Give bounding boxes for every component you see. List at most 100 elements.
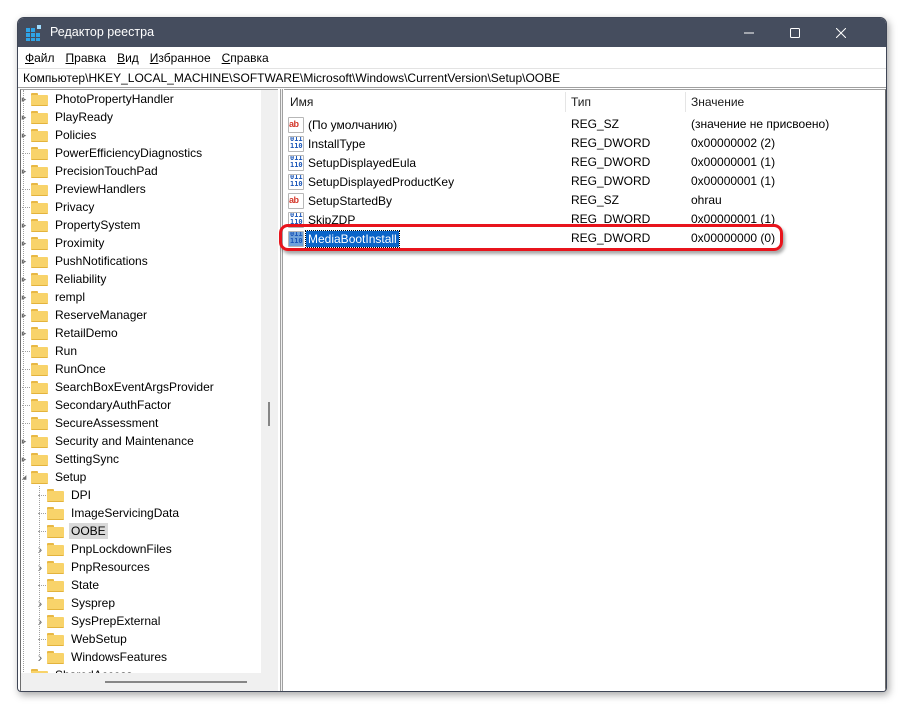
tree-item-label: RunOnce [55,362,106,376]
tree-vertical-scrollbar[interactable] [261,90,278,673]
tree-connector [35,486,46,504]
expand-chevron-icon[interactable]: ▸ [21,450,29,468]
expand-chevron-icon[interactable]: ▸ [21,234,29,252]
value-data: 0x00000001 (1) [691,174,776,188]
tree-item[interactable]: ▸ ReserveManager [22,306,149,324]
column-header-type[interactable]: Тип [565,90,684,114]
address-path[interactable]: Компьютер\HKEY_LOCAL_MACHINE\SOFTWARE\Mi… [23,71,560,85]
tree-item[interactable]: ▸ Proximity [22,234,106,252]
tree-item[interactable]: › PnpResources [38,558,152,576]
tree-connector [35,630,46,648]
expand-chevron-icon[interactable]: › [35,648,45,666]
expand-chevron-icon[interactable]: › [35,594,45,612]
tree-item[interactable]: › Sysprep [38,594,117,612]
value-name: InstallType [308,136,366,151]
tree-item[interactable]: WebSetup [38,630,129,648]
tree-connector [21,198,30,216]
tree-item[interactable]: DPI [38,486,93,504]
tree-item[interactable]: OOBE [38,522,108,540]
value-type: REG_DWORD [571,136,651,150]
tree-item[interactable]: ImageServicingData [38,504,181,522]
column-header-name[interactable]: Имя [284,90,565,114]
expand-chevron-icon[interactable]: ▸ [21,306,29,324]
address-bar[interactable]: Компьютер\HKEY_LOCAL_MACHINE\SOFTWARE\Mi… [18,68,886,88]
tree-item[interactable]: ▸ PrecisionTouchPad [22,162,160,180]
key-tree[interactable]: ▸ PhotoPropertyHandler ▸ PlayReady ▸ Policies… [20,89,278,691]
tree-item[interactable]: ▸ PlayReady [22,108,115,126]
menu-edit[interactable]: Правка [65,51,108,65]
tree-item-label: PlayReady [55,110,114,124]
value-row[interactable]: ab SetupStartedBy REG_SZ ohrau [284,191,885,210]
expand-chevron-icon[interactable]: › [35,558,45,576]
expand-chevron-icon[interactable]: › [35,540,45,558]
tree-item[interactable]: › PnpLockdownFiles [38,540,174,558]
tree-item[interactable]: SecureAssessment [22,414,160,432]
menu-help[interactable]: Справка [221,51,270,65]
expand-chevron-icon[interactable]: ▸ [21,126,29,144]
collapse-chevron-icon[interactable]: ◢ [21,468,29,486]
expand-chevron-icon[interactable]: › [35,612,45,630]
tree-item[interactable]: ▸ Policies [22,126,98,144]
tree-item[interactable]: RunOnce [22,360,108,378]
value-data: ohrau [691,193,722,207]
value-row[interactable]: ab (По умолчанию) REG_SZ (значение не присв… [284,115,885,134]
tree-item[interactable]: ▸ RetailDemo [22,324,120,342]
tree-item[interactable]: Privacy [22,198,96,216]
expand-chevron-icon[interactable]: ▸ [21,216,29,234]
expand-chevron-icon[interactable]: ▸ [21,108,29,126]
tree-item[interactable]: ◢ Setup [22,468,88,486]
value-row[interactable]: 011 110 MediaBootInstall REG_DWORD 0x0000000… [284,229,885,248]
expand-chevron-icon[interactable]: ▸ [21,432,29,450]
tree-item[interactable]: SecondaryAuthFactor [22,396,173,414]
minimize-button[interactable] [726,18,772,47]
registry-editor-window: Редактор реестра Файл Правка Вид Избранн… [17,17,887,692]
tree-item[interactable]: SearchBoxEventArgsProvider [22,378,216,396]
values-list[interactable]: Имя Тип Значение ab (По умолчанию) REG_SZ (… [284,89,886,691]
value-row[interactable]: 011 110 SetupDisplayedProductKey REG_DWORD 0… [284,172,885,191]
tree-item[interactable]: › SysPrepExternal [38,612,162,630]
expand-chevron-icon[interactable]: ▸ [21,270,29,288]
pane-splitter[interactable] [280,89,283,691]
tree-item[interactable]: › WindowsFeatures [38,648,169,666]
menu-favorites[interactable]: Избранное [149,51,212,65]
maximize-button[interactable] [772,18,818,47]
tree-item-label: PhotoPropertyHandler [55,92,174,106]
tree-item-label: DPI [71,488,92,502]
tree-item[interactable]: ▸ Security and Maintenance [22,432,196,450]
value-row[interactable]: 011 110 SkipZDP REG_DWORD 0x00000001 (1) [284,210,885,229]
tree-item-label: rempl [55,290,86,304]
tree-item[interactable]: ▸ SettingSync [22,450,121,468]
value-row[interactable]: 011 110 InstallType REG_DWORD 0x00000002 (2) [284,134,885,153]
folder-icon [47,560,64,574]
tree-vertical-scroll-thumb[interactable] [268,402,270,426]
dword-value-icon: 011 110 [288,154,304,171]
menu-view[interactable]: Вид [116,51,140,65]
column-header-value[interactable]: Значение [685,90,885,114]
expand-chevron-icon[interactable]: ▸ [21,252,29,270]
expand-chevron-icon[interactable]: ▸ [21,90,29,108]
tree-item[interactable]: ▸ rempl [22,288,87,306]
expand-chevron-icon[interactable]: ▸ [21,288,29,306]
tree-item[interactable]: State [38,576,101,594]
tree-horizontal-scroll-thumb[interactable] [105,681,247,683]
tree-item[interactable]: ▸ PushNotifications [22,252,150,270]
tree-item[interactable]: ▸ PhotoPropertyHandler [22,90,176,108]
title-bar[interactable]: Редактор реестра [18,18,886,47]
value-row[interactable]: 011 110 SetupDisplayedEula REG_DWORD 0x00000… [284,153,885,172]
tree-item[interactable]: Run [22,342,79,360]
tree-item[interactable]: ▸ PropertySystem [22,216,142,234]
menu-file[interactable]: Файл [24,51,56,65]
expand-chevron-icon[interactable]: ▸ [21,162,29,180]
expand-chevron-icon[interactable]: ▸ [21,324,29,342]
tree-item[interactable]: PowerEfficiencyDiagnostics [22,144,204,162]
value-name-cell: 011 110 MediaBootInstall [288,229,400,248]
tree-item-label: OOBE [69,523,108,539]
close-button[interactable] [818,18,864,47]
dword-value-icon: 011 110 [288,135,304,152]
value-type: REG_DWORD [571,174,651,188]
tree-item[interactable]: ▸ Reliability [22,270,108,288]
menu-accel: Ф [25,50,35,65]
dword-value-icon: 011 110 [288,211,304,228]
tree-horizontal-scrollbar[interactable] [21,673,278,691]
tree-item[interactable]: PreviewHandlers [22,180,148,198]
